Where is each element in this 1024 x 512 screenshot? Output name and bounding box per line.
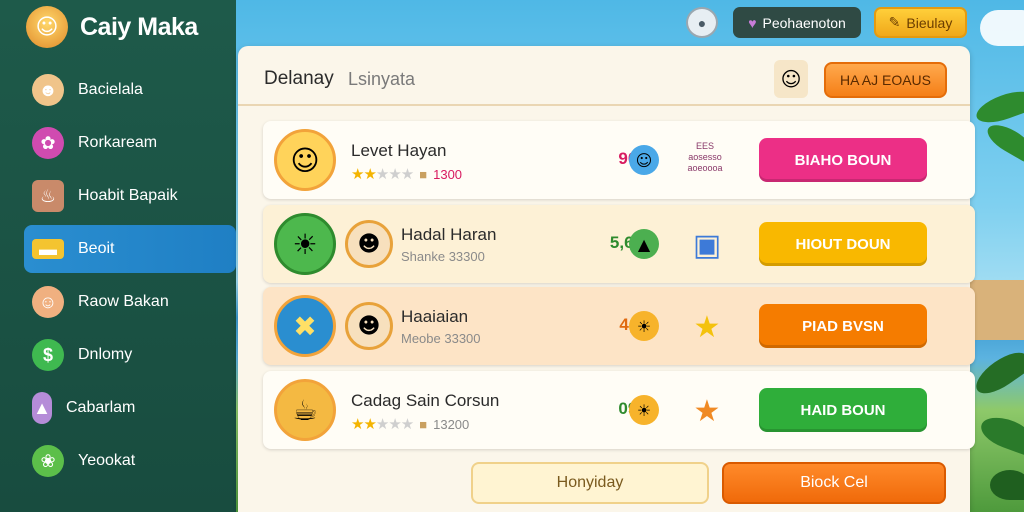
palm-leaf bbox=[990, 470, 1024, 500]
holiday-button[interactable]: Honyiday bbox=[471, 462, 709, 504]
sidebar-item-label: Hoabit Bapaik bbox=[78, 187, 178, 204]
brand: ☺ Caiy Maka bbox=[26, 6, 198, 48]
row-action-button[interactable]: HAID BOUN bbox=[759, 388, 927, 432]
sidebar-item-label: Bacielala bbox=[78, 81, 143, 98]
play-label: Bieulay bbox=[906, 14, 953, 31]
sidebar-item-label: Rorkaream bbox=[78, 134, 158, 151]
row-meta: Meobe 33300 bbox=[401, 331, 481, 346]
popsicle-icon: ▲ bbox=[32, 392, 52, 424]
palm-leaf bbox=[969, 345, 1024, 401]
panel-subtitle: Lsinyata bbox=[348, 69, 416, 89]
profile-label: Peohaenoton bbox=[762, 14, 846, 31]
reward-label: EES aosesso aoeoooa bbox=[687, 141, 723, 173]
sidebar-item-3[interactable]: ▬ Beoit bbox=[24, 225, 236, 273]
player-avatar-icon: ☻ bbox=[345, 302, 393, 350]
block-button[interactable]: Biock Cel bbox=[722, 462, 946, 504]
help-icon: ● bbox=[697, 14, 707, 31]
sidebar-item-label: Yeookat bbox=[78, 452, 136, 469]
crate-icon: ■ bbox=[419, 416, 428, 432]
candy-icon: ✿ bbox=[32, 127, 64, 159]
row-action-button[interactable]: PIAD BVSN bbox=[759, 304, 927, 348]
row-meta: ★★★★★ ■ 13200 bbox=[351, 416, 470, 433]
dollar-icon: $ bbox=[32, 339, 64, 371]
sidebar-item-label: Dnlomy bbox=[78, 346, 133, 363]
candy-badge-icon: ✖ bbox=[274, 295, 336, 357]
basket-icon: ♨ bbox=[32, 180, 64, 212]
palm-leaf bbox=[972, 85, 1024, 129]
sun-token-icon: ☀ bbox=[629, 395, 659, 425]
treasure-chest-icon: ▣ bbox=[692, 227, 722, 263]
row-action-button[interactable]: BIAHO BOUN bbox=[759, 138, 927, 182]
panel-title: Delanay bbox=[264, 68, 334, 89]
row-name: Levet Hayan bbox=[351, 141, 447, 160]
gold-bar-icon: ▬ bbox=[32, 239, 64, 259]
sidebar-item-label: Cabarlam bbox=[66, 399, 136, 416]
mascot-logo-icon: ☺ bbox=[26, 6, 68, 48]
sun-token-icon: ☀ bbox=[629, 311, 659, 341]
girl-icon: ☺ bbox=[32, 286, 64, 318]
sidebar-nav: ☻ Bacielala ✿ Rorkaream ♨ Hoabit Bapaik … bbox=[24, 66, 236, 490]
list-item: ☀ ☻ Hadal Haran Shanke 33300 5,63 ▲ ▣ HI… bbox=[263, 205, 975, 283]
header-action-button[interactable]: HA AJ EOAUS bbox=[824, 62, 947, 98]
crate-icon: ■ bbox=[419, 166, 428, 182]
sidebar-item-4[interactable]: ☺ Raow Bakan bbox=[24, 278, 234, 326]
leaf-icon: ❀ bbox=[32, 445, 64, 477]
green-token-icon: ▲ bbox=[629, 229, 659, 259]
star-icon: ★ bbox=[693, 309, 721, 345]
list-item: ☺ Levet Hayan ★★★★★ ■ 1300 90) ☺ EES aos… bbox=[263, 121, 975, 199]
sidebar-item-0[interactable]: ☻ Bacielala bbox=[24, 66, 234, 114]
row-name: Haaiaian bbox=[401, 307, 469, 326]
avatar: ☺ bbox=[774, 60, 808, 98]
player-avatar-icon: ☺ bbox=[274, 129, 336, 191]
palm-leaf bbox=[982, 118, 1024, 164]
sidebar-item-label: Beoit bbox=[78, 240, 115, 257]
row-meta: ★★★★★ ■ 1300 bbox=[351, 166, 463, 183]
sidebar-item-label: Raow Bakan bbox=[78, 293, 169, 310]
panel-header: Delanay Lsinyata ☺ HA AJ EOAUS bbox=[238, 46, 970, 106]
star-icon: ★ bbox=[693, 393, 721, 429]
player-avatar-icon: ☻ bbox=[345, 220, 393, 268]
blue-token-icon: ☺ bbox=[629, 145, 659, 175]
profile-button[interactable]: ♥ Peohaenoton bbox=[733, 7, 861, 38]
help-button[interactable]: ● bbox=[686, 7, 718, 38]
sidebar-item-2[interactable]: ♨ Hoabit Bapaik bbox=[24, 172, 234, 220]
villager-icon: ☻ bbox=[32, 74, 64, 106]
cloud bbox=[980, 10, 1024, 46]
list-item: ☕ Cadag Sain Corsun ★★★★★ ■ 13200 09) ☀ … bbox=[263, 371, 975, 449]
palm-leaf bbox=[976, 411, 1024, 457]
row-action-button[interactable]: HIOUT DOUN bbox=[759, 222, 927, 266]
row-name: Hadal Haran bbox=[401, 225, 497, 244]
play-button[interactable]: ✎ Bieulay bbox=[874, 7, 967, 38]
sidebar-item-5[interactable]: $ Dnlomy bbox=[24, 331, 234, 379]
app-title: Caiy Maka bbox=[80, 12, 198, 41]
row-meta: Shanke 33300 bbox=[401, 249, 485, 264]
sidebar-item-6[interactable]: ▲ Cabarlam bbox=[24, 384, 234, 432]
rating-stars-icon: ★★★★★ bbox=[351, 166, 414, 183]
list-item: ✖ ☻ Haaiaian Meobe 33300 4,7 ☀ ★ PIAD BV… bbox=[263, 287, 975, 365]
row-name: Cadag Sain Corsun bbox=[351, 391, 500, 410]
main-panel: Delanay Lsinyata ☺ HA AJ EOAUS ☺ Levet H… bbox=[238, 46, 975, 512]
bucket-badge-icon: ☕ bbox=[274, 379, 336, 441]
sidebar-item-1[interactable]: ✿ Rorkaream bbox=[24, 119, 234, 167]
sun-badge-icon: ☀ bbox=[274, 213, 336, 275]
sidebar-item-7[interactable]: ❀ Yeookat bbox=[24, 437, 234, 485]
sidebar: ☺ Caiy Maka ☻ Bacielala ✿ Rorkaream ♨ Ho… bbox=[0, 0, 236, 512]
pencil-icon: ✎ bbox=[888, 14, 901, 30]
rating-stars-icon: ★★★★★ bbox=[351, 416, 414, 433]
heart-icon: ♥ bbox=[748, 14, 757, 31]
